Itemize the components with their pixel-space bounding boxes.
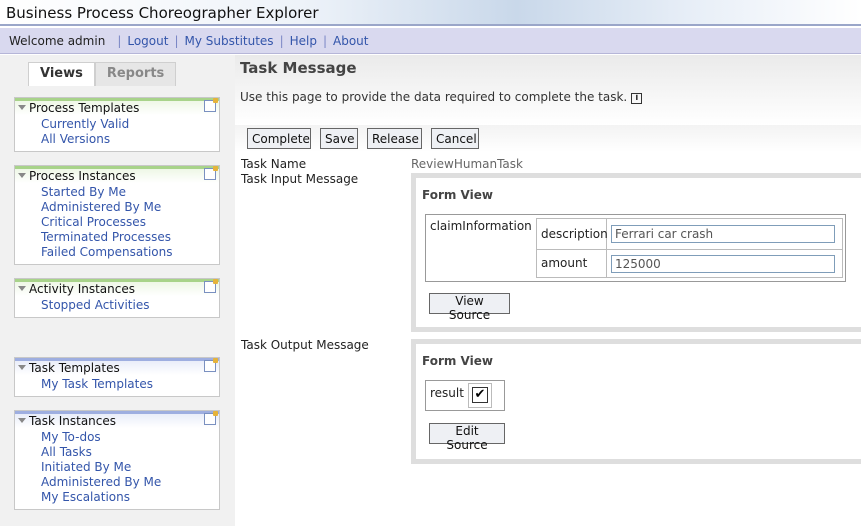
edit-view-icon[interactable] xyxy=(204,358,218,372)
view-source-button[interactable]: View Source xyxy=(429,293,510,322)
task-name-label: Task Name xyxy=(241,157,307,171)
nav-item-all-tasks[interactable]: All Tasks xyxy=(41,445,92,459)
page-title: Task Message xyxy=(240,59,357,77)
action-toolbar: Complete Save Release Cancel xyxy=(235,125,861,152)
tab-views[interactable]: Views xyxy=(28,62,95,86)
left-navigation-panel: Views Reports Process Templates Currentl… xyxy=(0,55,235,526)
group-title: Task Instances xyxy=(29,414,117,428)
nav-item-terminated-processes[interactable]: Terminated Processes xyxy=(41,230,171,244)
amount-label: amount xyxy=(541,256,588,270)
edit-view-icon[interactable] xyxy=(204,166,218,180)
info-icon[interactable]: i xyxy=(631,93,643,104)
nav-group-process-instances: Process Instances Started By Me Administ… xyxy=(14,165,220,265)
expand-triangle-icon[interactable] xyxy=(18,173,26,178)
nav-item-initiated-by-me[interactable]: Initiated By Me xyxy=(41,460,131,474)
nav-group-activity-instances: Activity Instances Stopped Activities xyxy=(14,278,220,318)
expand-triangle-icon[interactable] xyxy=(18,418,26,423)
group-title: Activity Instances xyxy=(29,282,135,296)
edit-source-button[interactable]: Edit Source xyxy=(429,423,505,452)
group-title: Task Templates xyxy=(29,361,120,375)
nav-group-task-templates: Task Templates My Task Templates xyxy=(14,357,220,397)
expand-triangle-icon[interactable] xyxy=(18,286,26,291)
cancel-button[interactable]: Cancel xyxy=(431,128,479,149)
nav-item-administered-by-me[interactable]: Administered By Me xyxy=(41,200,161,214)
page-header: Task Message Use this page to provide th… xyxy=(235,55,861,125)
nav-item-failed-compensations[interactable]: Failed Compensations xyxy=(41,245,173,259)
nav-item-currently-valid[interactable]: Currently Valid xyxy=(41,117,129,131)
result-table: result ✔ xyxy=(425,380,505,411)
logout-link[interactable]: Logout xyxy=(127,34,168,48)
group-title: Process Templates xyxy=(29,101,140,115)
output-form-panel: Form View result ✔ Edit Source xyxy=(411,339,861,464)
nav-item-started-by-me[interactable]: Started By Me xyxy=(41,185,126,199)
claim-information-table: claimInformation description amount xyxy=(425,214,846,282)
nav-item-critical-processes[interactable]: Critical Processes xyxy=(41,215,146,229)
title-bar: Business Process Choreographer Explorer xyxy=(0,0,861,26)
about-link[interactable]: About xyxy=(333,34,368,48)
nav-item-all-versions[interactable]: All Versions xyxy=(41,132,110,146)
nav-group-process-templates: Process Templates Currently Valid All Ve… xyxy=(14,97,220,152)
amount-field[interactable] xyxy=(611,255,835,273)
view-tabs: Views Reports xyxy=(28,62,177,86)
nav-item-my-task-templates[interactable]: My Task Templates xyxy=(41,377,153,391)
app-title: Business Process Choreographer Explorer xyxy=(6,4,319,22)
help-link[interactable]: Help xyxy=(290,34,317,48)
input-form-heading: Form View xyxy=(422,188,493,202)
release-button[interactable]: Release xyxy=(367,128,422,149)
welcome-text: Welcome admin xyxy=(9,33,106,48)
nav-item-administered-by-me[interactable]: Administered By Me xyxy=(41,475,161,489)
claim-fields-table: description amount xyxy=(536,218,843,278)
top-nav: Welcome admin | Logout | My Substitutes … xyxy=(0,28,861,54)
nav-group-task-instances: Task Instances My To-dos All Tasks Initi… xyxy=(14,410,220,510)
nav-item-my-todos[interactable]: My To-dos xyxy=(41,430,101,444)
group-title: Process Instances xyxy=(29,169,136,183)
edit-view-icon[interactable] xyxy=(204,98,218,112)
expand-triangle-icon[interactable] xyxy=(18,365,26,370)
expand-triangle-icon[interactable] xyxy=(18,105,26,110)
description-field[interactable] xyxy=(611,225,835,243)
input-form-panel: Form View claimInformation description a… xyxy=(411,173,861,332)
my-substitutes-link[interactable]: My Substitutes xyxy=(185,34,274,48)
result-label: result xyxy=(430,386,464,400)
edit-view-icon[interactable] xyxy=(204,411,218,425)
tab-reports[interactable]: Reports xyxy=(94,62,177,86)
page-description: Use this page to provide the data requir… xyxy=(240,90,643,104)
edit-view-icon[interactable] xyxy=(204,279,218,293)
description-label: description xyxy=(541,227,608,241)
claim-information-label: claimInformation xyxy=(430,219,532,233)
complete-button[interactable]: Complete xyxy=(247,128,311,149)
nav-item-my-escalations[interactable]: My Escalations xyxy=(41,490,130,504)
task-input-label: Task Input Message xyxy=(241,172,359,186)
result-checkbox[interactable]: ✔ xyxy=(472,387,488,403)
output-form-heading: Form View xyxy=(422,354,493,368)
main-content: Task Message Use this page to provide th… xyxy=(235,55,861,526)
task-output-label: Task Output Message xyxy=(241,338,369,352)
save-button[interactable]: Save xyxy=(320,128,358,149)
nav-item-stopped-activities[interactable]: Stopped Activities xyxy=(41,298,149,312)
task-name-value: ReviewHumanTask xyxy=(411,157,523,171)
